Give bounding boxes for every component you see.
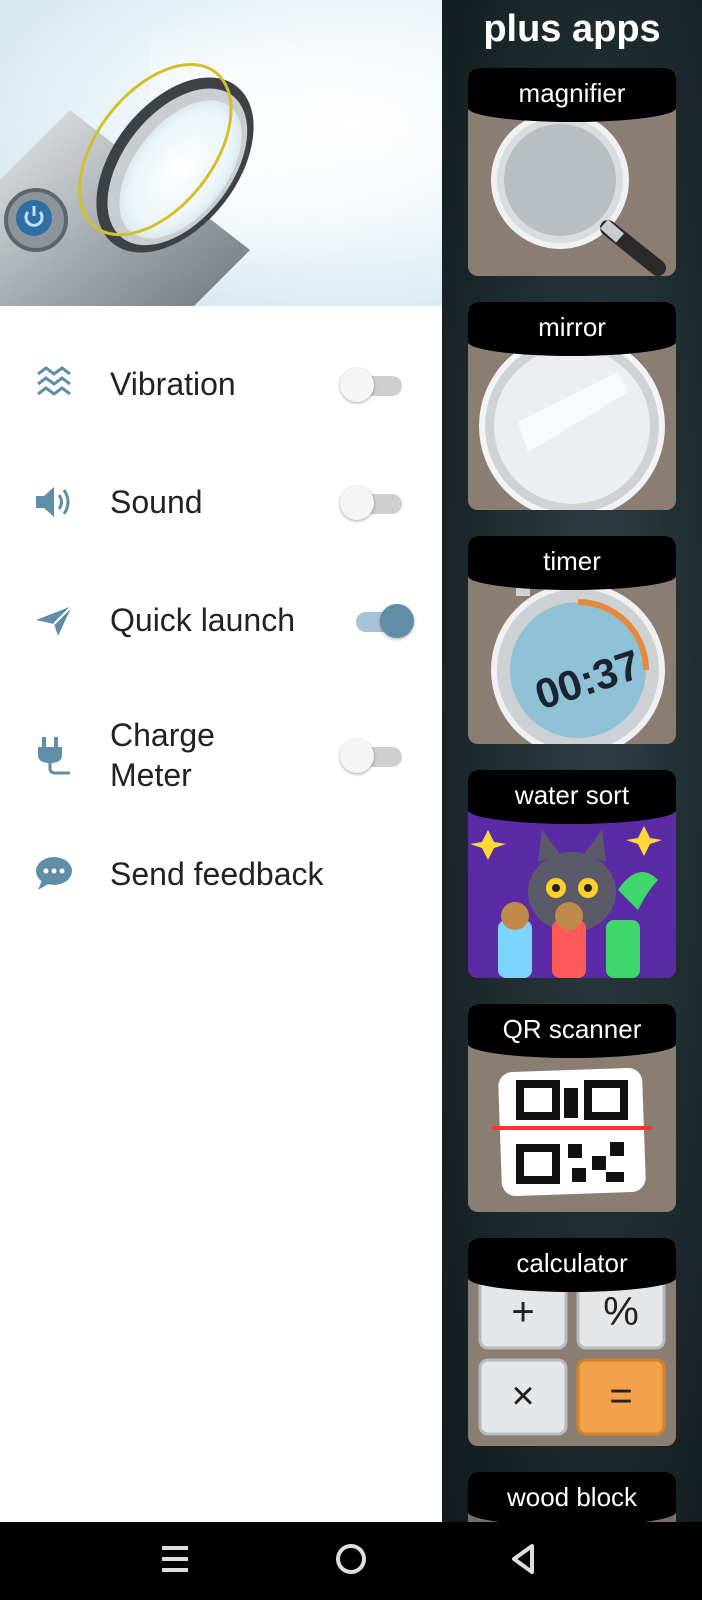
- settings-drawer: Vibration Sound Quick launch Charge Mete…: [0, 0, 442, 1522]
- app-card-magnifier[interactable]: magnifier: [468, 68, 676, 276]
- vibration-icon: [37, 366, 71, 396]
- magnifier-label: magnifier: [468, 68, 676, 122]
- charge-meter-toggle[interactable]: [340, 735, 406, 775]
- setting-send-feedback[interactable]: Send feedback: [0, 838, 442, 918]
- timer-label: timer: [468, 536, 676, 590]
- wood-block-label: wood block: [468, 1472, 676, 1522]
- app-card-calculator[interactable]: + % × = calculator: [468, 1238, 676, 1446]
- vibration-label: Vibration: [110, 366, 236, 402]
- calc-plus-key: +: [511, 1290, 535, 1334]
- paper-plane-icon: [36, 605, 73, 636]
- calc-equals-key: =: [609, 1374, 633, 1418]
- setting-quick-launch[interactable]: Quick launch: [0, 584, 442, 664]
- flashlight-header-image: [0, 0, 442, 306]
- setting-sound[interactable]: Sound: [0, 466, 442, 546]
- calculator-label: calculator: [468, 1238, 676, 1292]
- plug-icon: [38, 737, 70, 775]
- calc-multiply-key: ×: [511, 1374, 535, 1418]
- calc-percent-key: %: [603, 1290, 639, 1334]
- send-feedback-label: Send feedback: [110, 856, 324, 892]
- setting-charge-meter[interactable]: Charge Meter: [0, 701, 442, 801]
- app-card-wood-block[interactable]: wood block: [468, 1472, 676, 1522]
- app-card-water-sort[interactable]: water sort: [468, 770, 676, 978]
- vibration-toggle[interactable]: [340, 364, 406, 404]
- recent-apps-icon[interactable]: [160, 1542, 190, 1576]
- chat-bubble-icon: [36, 857, 72, 890]
- quick-launch-toggle[interactable]: [340, 600, 414, 640]
- plus-apps-title: plus apps: [483, 8, 661, 50]
- app-card-qr-scanner[interactable]: QR scanner: [468, 1004, 676, 1212]
- charge-meter-label: Charge Meter: [110, 717, 215, 793]
- sound-toggle[interactable]: [340, 482, 406, 522]
- sound-label: Sound: [110, 484, 203, 520]
- app-card-mirror[interactable]: mirror: [468, 302, 676, 510]
- back-icon[interactable]: [508, 1542, 538, 1576]
- app-card-timer[interactable]: 00:37 timer: [468, 536, 676, 744]
- system-navigation-bar: [0, 1522, 702, 1600]
- speaker-icon: [36, 487, 70, 517]
- plus-apps-panel: plus apps magnifier mirror 00:37 timer w…: [442, 0, 702, 1522]
- setting-vibration[interactable]: Vibration: [0, 348, 442, 428]
- qr-scanner-label: QR scanner: [468, 1004, 676, 1058]
- water-sort-label: water sort: [468, 770, 676, 824]
- quick-launch-label: Quick launch: [110, 602, 295, 638]
- home-icon[interactable]: [334, 1542, 368, 1576]
- mirror-label: mirror: [468, 302, 676, 356]
